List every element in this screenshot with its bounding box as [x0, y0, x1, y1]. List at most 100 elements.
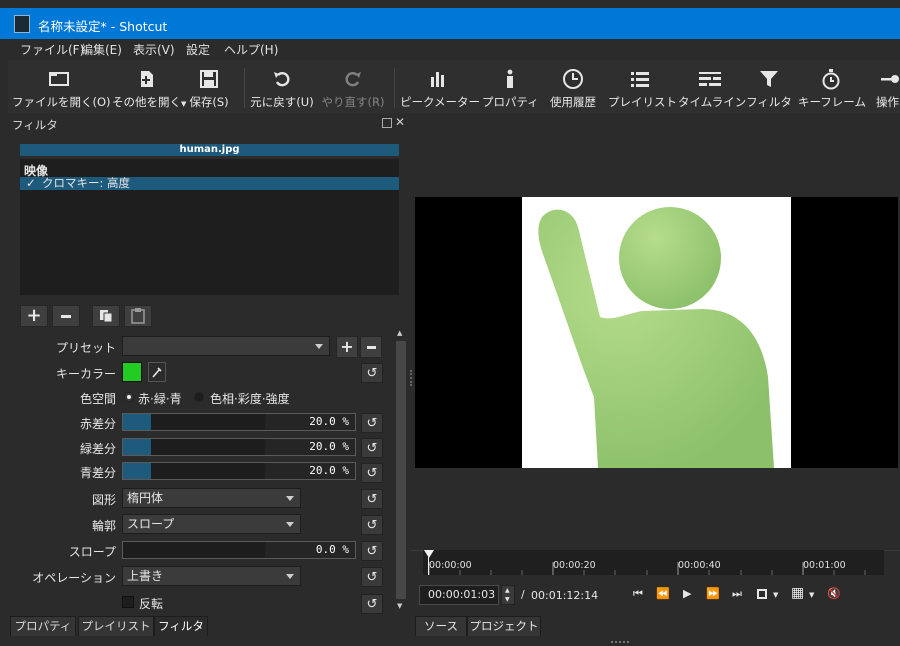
current-timecode-input[interactable]: 00:00:01:03 [419, 585, 499, 605]
menu-settings[interactable]: 設定 [186, 41, 210, 58]
clipboard-icon [131, 308, 145, 324]
green-diff-slider[interactable]: 20.0 % [122, 438, 356, 456]
save-preset-button[interactable]: + [336, 336, 358, 358]
properties-scrollbar[interactable]: ▲ ▼ [395, 327, 407, 613]
list-icon [631, 72, 649, 87]
panel-title: フィルタ [12, 118, 58, 132]
keyframes-button[interactable]: キーフレーム [798, 60, 866, 113]
tab-project[interactable]: プロジェクト [467, 616, 541, 636]
shape-combobox[interactable]: 楕円体 [122, 488, 301, 508]
time-ruler[interactable]: 00:00:00 00:00:20 00:00:40 00:01:00 [423, 550, 884, 575]
reset-keycolor-button[interactable]: ↺ [361, 363, 383, 383]
tab-filters[interactable]: フィルタ [154, 616, 208, 636]
menu-view[interactable]: 表示(V) [133, 41, 175, 58]
reset-edge-button[interactable]: ↺ [361, 515, 383, 535]
operation-label: オペレーション [32, 571, 116, 585]
video-preview[interactable] [415, 197, 898, 468]
add-filter-button[interactable]: + [20, 305, 48, 327]
menu-help[interactable]: ヘルプ(H) [224, 41, 278, 58]
timecode-spinner[interactable]: ▲ ▼ [501, 585, 515, 605]
save-icon [200, 70, 218, 88]
undo-button[interactable]: 元に戻す(U) [250, 60, 314, 113]
toolbar-separator [244, 68, 245, 108]
menu-edit[interactable]: 編集(E) [81, 41, 122, 58]
keycolor-swatch[interactable] [122, 362, 142, 382]
open-other-button[interactable]: その他を開く▼ [112, 60, 186, 113]
reset-shape-button[interactable]: ↺ [361, 489, 383, 509]
reset-operation-button[interactable]: ↺ [361, 567, 383, 587]
tab-properties[interactable]: プロパティ [10, 616, 76, 636]
tab-playlist[interactable]: プレイリスト [78, 616, 154, 636]
rewind-icon[interactable]: ⏪ [656, 587, 670, 600]
timeline-label: タイムライン [678, 95, 747, 109]
slope-slider[interactable]: 0.0 % [122, 541, 356, 559]
green-diff-value: 20.0 % [309, 440, 349, 453]
color-picker-button[interactable] [148, 362, 166, 382]
undo-icon [274, 72, 290, 87]
float-panel-icon[interactable] [382, 118, 392, 128]
spin-down-icon[interactable]: ▼ [505, 596, 510, 603]
recent-button[interactable]: 使用履歴 [544, 60, 602, 113]
open-other-icon [141, 71, 153, 87]
paste-filters-button[interactable] [124, 305, 152, 327]
keyframes-label: キーフレーム [798, 95, 866, 109]
grid-icon[interactable]: ▦ [791, 585, 804, 601]
open-file-button[interactable]: ファイルを開く(O) [12, 60, 111, 113]
red-diff-slider[interactable]: 20.0 % [122, 413, 356, 431]
menu-file[interactable]: ファイル(F) [20, 41, 84, 58]
spin-up-icon[interactable]: ▲ [505, 587, 510, 594]
scroll-up-icon[interactable]: ▲ [397, 329, 402, 337]
timeline-button[interactable]: タイムライン [678, 60, 747, 113]
tab-source[interactable]: ソース [415, 616, 467, 636]
chevron-down-icon [286, 574, 294, 579]
skip-to-start-icon[interactable]: ⏮ [633, 587, 643, 601]
filter-list[interactable]: 映像 ✓ クロマキー: 高度 [20, 159, 399, 295]
play-icon[interactable]: ▶ [683, 587, 691, 600]
playhead-icon[interactable] [424, 550, 434, 558]
reset-icon: ↺ [366, 569, 378, 585]
reset-icon: ↺ [366, 440, 378, 456]
blue-diff-slider[interactable]: 20.0 % [122, 462, 356, 480]
save-button[interactable]: 保存(S) [186, 60, 232, 113]
chevron-down-icon[interactable]: ▼ [773, 591, 778, 599]
remove-filter-button[interactable] [52, 305, 80, 327]
volume-mute-icon[interactable]: 🔇 [827, 587, 841, 600]
scrollbar-thumb[interactable] [396, 341, 406, 599]
chevron-down-icon[interactable]: ▼ [809, 591, 814, 599]
operation-button[interactable]: 操作 [870, 60, 900, 113]
resize-grip-icon[interactable] [611, 641, 629, 643]
clip-name-bar: human.jpg [20, 144, 399, 156]
zoom-fit-icon[interactable] [757, 589, 767, 599]
invert-label: 反転 [139, 597, 164, 611]
invert-checkbox[interactable] [122, 596, 134, 608]
slider-fill [123, 414, 151, 430]
playlist-button[interactable]: プレイリスト [608, 60, 677, 113]
redo-button[interactable]: やり直す(R) [320, 60, 386, 113]
scroll-down-icon[interactable]: ▼ [397, 602, 402, 610]
splitter-handle-icon[interactable] [410, 370, 412, 386]
properties-button[interactable]: プロパティ [482, 60, 539, 113]
peak-meter-button[interactable]: ピークメーター [400, 60, 480, 113]
colorspace-hsi-radio[interactable] [194, 392, 204, 402]
operation-combobox[interactable]: 上書き [122, 566, 301, 586]
filter-enabled-checkbox[interactable]: ✓ [26, 177, 36, 190]
copy-filters-button[interactable] [92, 305, 120, 327]
fast-forward-icon[interactable]: ⏩ [706, 587, 720, 600]
minus-icon [366, 345, 376, 349]
slider-fill [123, 439, 151, 455]
reset-invert-button[interactable]: ↺ [361, 594, 383, 614]
filter-list-item[interactable]: ✓ クロマキー: 高度 [20, 177, 399, 190]
reset-red-diff-button[interactable]: ↺ [361, 413, 383, 433]
skip-to-end-icon[interactable]: ⏭ [732, 587, 742, 601]
close-panel-icon[interactable]: ✕ [395, 116, 405, 128]
reset-slope-button[interactable]: ↺ [361, 541, 383, 561]
colorspace-label: 色空間 [79, 392, 116, 406]
preset-combobox[interactable] [122, 336, 330, 356]
reset-icon: ↺ [366, 415, 378, 431]
reset-blue-diff-button[interactable]: ↺ [361, 463, 383, 483]
reset-green-diff-button[interactable]: ↺ [361, 438, 383, 458]
edge-combobox[interactable]: スロープ [122, 514, 301, 534]
filters-button[interactable]: フィルタ [746, 60, 792, 113]
delete-preset-button[interactable] [360, 336, 382, 358]
colorspace-rgb-radio[interactable] [124, 392, 134, 402]
